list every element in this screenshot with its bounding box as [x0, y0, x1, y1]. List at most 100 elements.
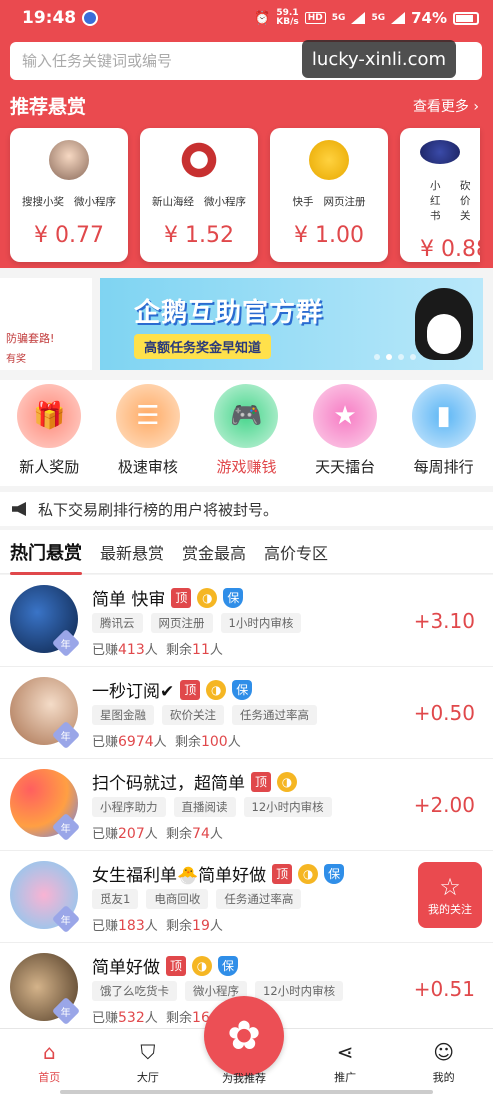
share-icon: ⋖: [336, 1040, 354, 1064]
user-icon: ☺: [433, 1040, 455, 1064]
card-tag: 微小程序: [204, 196, 246, 208]
bookmark-icon: ⛉: [140, 1040, 156, 1064]
recommend-cards: 搜搜小奖 微小程序 ¥ 0.77 新山海经 微小程序 ¥ 1.52 快手 网页注册 ¥…: [10, 128, 480, 262]
card-avatar: [49, 140, 89, 180]
remaining-count: 19: [192, 918, 210, 934]
task-title: 一秒订阅✔: [92, 682, 175, 702]
status-right: ⏰ 59.1 KB/s HD 5G 5G 74%: [254, 9, 479, 27]
watermark: lucky-xinli.com: [302, 40, 456, 78]
nav-mine[interactable]: ☺ 我的: [394, 1029, 493, 1096]
search-input[interactable]: [22, 52, 322, 70]
recommend-card[interactable]: 搜搜小奖 微小程序 ¥ 0.77: [10, 128, 128, 262]
network-type-1: 5G: [331, 13, 346, 23]
task-reward: +0.51: [413, 977, 475, 1001]
tab-hot[interactable]: 热门悬赏: [10, 539, 82, 575]
earned-count: 413: [118, 642, 145, 658]
recommend-card[interactable]: 小红书 砍价关 ¥ 0.88: [400, 128, 480, 262]
category-weekly-rank[interactable]: ▮ 每周排行: [394, 380, 493, 486]
task-tag: 电商回收: [146, 889, 209, 909]
coin-icon: ◑: [277, 771, 297, 792]
home-indicator[interactable]: [60, 1090, 433, 1094]
earned-label: 已赚: [92, 735, 119, 750]
card-tag: 网页注册: [323, 196, 366, 208]
card-price: ¥ 1.00: [294, 223, 364, 248]
task-tag: 小程序助力: [92, 797, 166, 817]
task-title: 简单 快审: [92, 590, 166, 610]
home-icon: ⌂: [42, 1040, 56, 1064]
tab-premium[interactable]: 高价专区: [264, 540, 328, 564]
banner-dot: [386, 354, 392, 360]
category-game-earn[interactable]: 🎮 游戏赚钱: [197, 380, 296, 486]
category-fast-review[interactable]: ☰ 极速审核: [99, 380, 198, 486]
category-row: 🎁 新人奖励 ☰ 极速审核 🎮 游戏赚钱 ★ 天天擂台 ▮ 每周排行: [0, 380, 493, 486]
guarantee-badge: 保: [232, 679, 253, 700]
task-tag: 1小时内审核: [220, 613, 302, 633]
earned-label: 已赚: [92, 919, 119, 934]
recommend-card[interactable]: 快手 网页注册 ¥ 1.00: [270, 128, 388, 262]
recommend-for-me-label: 为我推荐: [222, 1072, 266, 1085]
category-new-user-reward[interactable]: 🎁 新人奖励: [0, 380, 99, 486]
top-badge: 顶: [251, 771, 271, 792]
category-label: 每周排行: [413, 458, 474, 476]
task-reward: +0.50: [413, 701, 475, 725]
category-daily-arena[interactable]: ★ 天天擂台: [296, 380, 395, 486]
year-badge-text: 年: [61, 731, 71, 743]
task-row[interactable]: 年 一秒订阅✔ 顶 ◑ 保 星图金融 砍价关注 任务通过率高 已赚6974人 剩余100人…: [0, 667, 493, 759]
task-row[interactable]: 年 扫个码就过，超简单顶 ◑ 小程序助力 直播阅读 12小时内审核 已赚207人 剩余…: [0, 759, 493, 851]
person-unit: 人: [144, 1011, 158, 1026]
nav-hall[interactable]: ⛉ 大厅: [99, 1029, 198, 1096]
recommend-card[interactable]: 新山海经 微小程序 ¥ 1.52: [140, 128, 258, 262]
status-bar: 19:48 ⏰ 59.1 KB/s HD 5G 5G 74%: [0, 0, 493, 36]
task-title: 扫个码就过，超简单: [92, 774, 245, 794]
earned-count: 207: [118, 826, 145, 842]
banner-dot: [374, 354, 380, 360]
recommend-more-link[interactable]: 查看更多: [413, 96, 479, 116]
banner[interactable]: 企鹅互助官方群 高额任务奖金早知道: [100, 278, 483, 370]
year-badge-text: 年: [61, 1007, 71, 1019]
year-badge-text: 年: [61, 823, 71, 835]
flag-icon: ★: [313, 384, 378, 448]
task-row[interactable]: 年 简单 快审顶 ◑ 保 腾讯云 网页注册 1小时内审核 已赚413人 剩余11人 +3…: [0, 575, 493, 667]
my-follow-button[interactable]: ☆ 我的关注: [418, 862, 482, 928]
task-tag: 觅友1: [92, 889, 139, 909]
banner-prev-text: 防骗套路!: [6, 332, 55, 345]
remaining-label: 剩余: [166, 1011, 193, 1026]
nav-home[interactable]: ⌂ 首页: [0, 1029, 99, 1096]
earned-count: 6974: [118, 734, 154, 750]
signal-icon-2: [391, 12, 406, 24]
tab-highest[interactable]: 赏金最高: [182, 540, 246, 564]
hd-badge: HD: [304, 12, 326, 24]
gift-icon: 🎁: [17, 384, 82, 448]
network-speed: 59.1 KB/s: [276, 9, 298, 27]
top-badge: 顶: [180, 679, 201, 700]
notice-bar[interactable]: 私下交易刷排行榜的用户将被封号。: [0, 492, 493, 526]
person-unit: 人: [153, 735, 167, 750]
tab-latest[interactable]: 最新悬赏: [100, 540, 164, 564]
person-unit: 人: [209, 919, 223, 934]
remaining-count: 100: [200, 734, 228, 750]
category-label: 游戏赚钱: [216, 458, 277, 476]
nav-label: 我的: [432, 1071, 455, 1084]
task-tabs: 热门悬赏 最新悬赏 赏金最高 高价专区: [0, 530, 493, 575]
notice-text: 私下交易刷排行榜的用户将被封号。: [38, 500, 279, 519]
task-tag: 饿了么吃货卡: [92, 981, 177, 1001]
battery-icon: [453, 11, 479, 25]
recommend-for-me-button[interactable]: ✿: [204, 996, 284, 1076]
task-tag: 12小时内审核: [243, 797, 332, 817]
task-tag: 网页注册: [150, 613, 213, 633]
banner-dot: [398, 354, 404, 360]
category-label: 极速审核: [117, 458, 178, 476]
task-tag: 星图金融: [92, 705, 154, 725]
task-tag: 任务通过率高: [232, 705, 317, 725]
app-notification-icon: [82, 10, 99, 26]
task-stats: 已赚6974人 剩余100人: [92, 731, 241, 750]
person-unit: 人: [209, 827, 223, 842]
year-badge-text: 年: [61, 639, 71, 651]
banner-prev-slide[interactable]: 防骗套路! 有奖: [0, 278, 92, 370]
coin-icon: ◑: [192, 955, 212, 976]
nav-label: 首页: [38, 1071, 61, 1084]
task-stats: 已赚207人 剩余74人: [92, 823, 223, 842]
remaining-count: 11: [192, 642, 210, 658]
coin-icon: ◑: [197, 587, 218, 608]
nav-promote[interactable]: ⋖ 推广: [296, 1029, 395, 1096]
